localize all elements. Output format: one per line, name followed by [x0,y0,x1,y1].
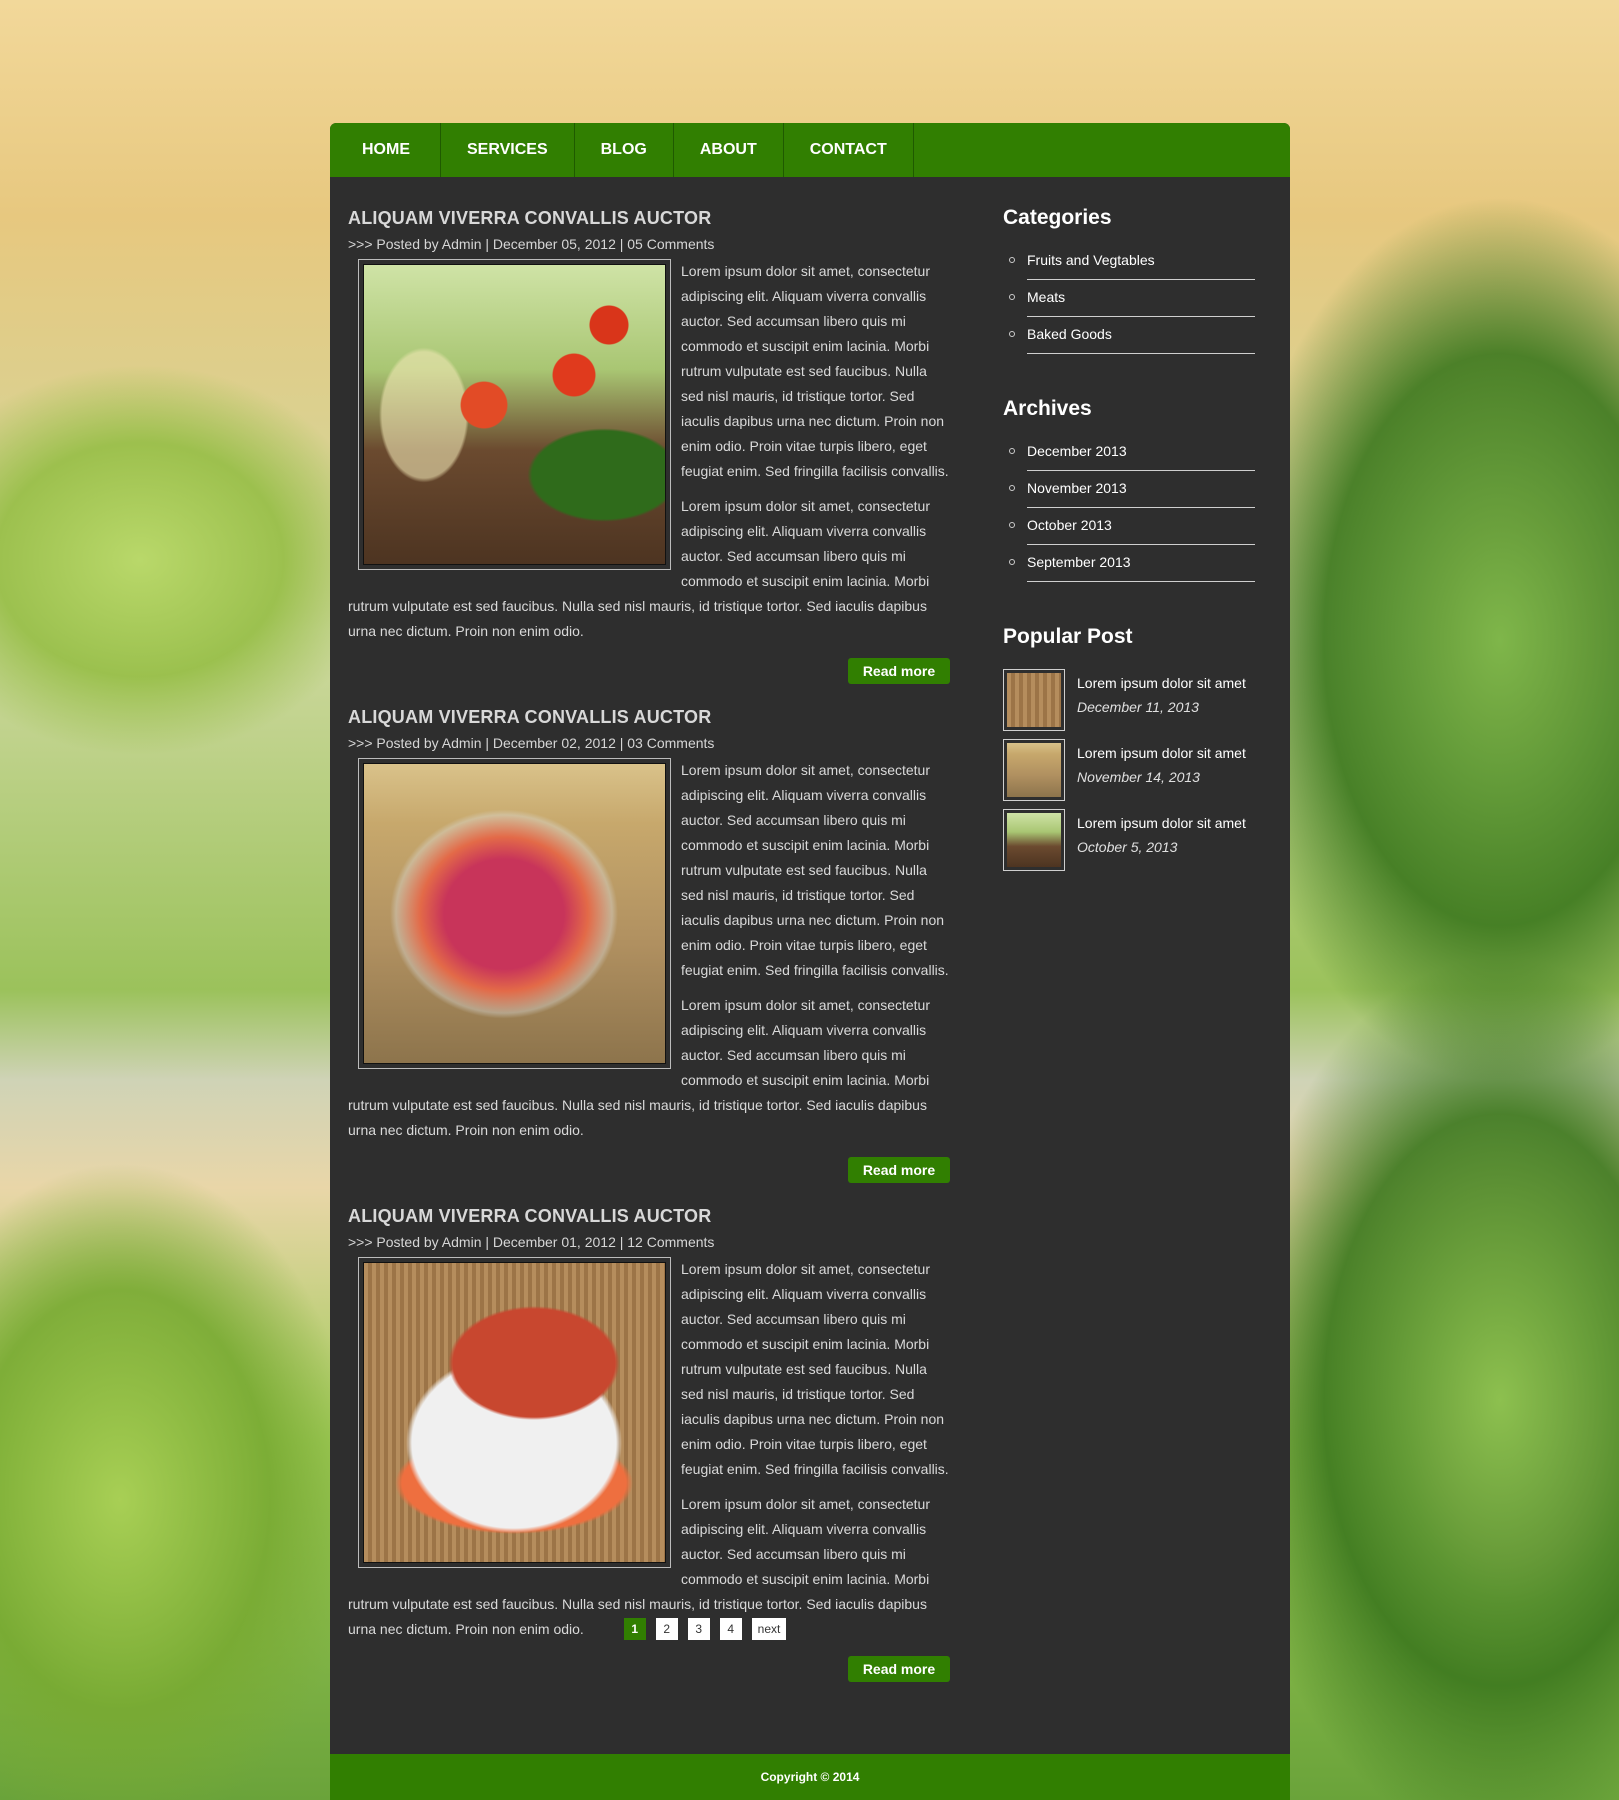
post-body: Lorem ipsum dolor sit amet, consectetur … [348,259,950,654]
blog-post: ALIQUAM VIVERRA CONVALLIS AUCTOR >>> Pos… [348,706,950,1183]
archives-heading: Archives [1003,397,1092,420]
nav-home[interactable]: HOME [330,123,441,177]
footer-copyright: Copyright © 2014 [330,1754,1290,1800]
page-3-button[interactable]: 3 [687,1618,710,1640]
page-2-button[interactable]: 2 [655,1618,678,1640]
archive-link[interactable]: October 2013 [1027,517,1255,545]
nav-contact[interactable]: CONTACT [784,123,914,177]
archive-item: November 2013 [1003,480,1263,517]
page-container: HOME SERVICES BLOG ABOUT CONTACT ALIQUAM… [330,123,1290,1800]
popular-heading: Popular Post [1003,625,1133,648]
archive-item: October 2013 [1003,517,1263,554]
category-item: Meats [1003,289,1263,326]
posts-column: ALIQUAM VIVERRA CONVALLIS AUCTOR >>> Pos… [348,177,950,1682]
bullet-icon [1009,294,1015,300]
post-meta: >>> Posted by Admin | December 01, 2012 … [348,1234,715,1250]
post-body: Lorem ipsum dolor sit amet, consectetur … [348,758,950,1153]
popular-post-title[interactable]: Lorem ipsum dolor sit amet [1077,815,1246,831]
category-link[interactable]: Fruits and Vegtables [1027,252,1255,280]
popular-post-date: October 5, 2013 [1077,839,1178,855]
read-more-button[interactable]: Read more [848,1656,950,1682]
categories-list: Fruits and Vegtables Meats Baked Goods [1003,252,1263,363]
nav-blog[interactable]: BLOG [575,123,674,177]
bullet-icon [1009,559,1015,565]
popular-post-title[interactable]: Lorem ipsum dolor sit amet [1077,745,1246,761]
post-meta: >>> Posted by Admin | December 02, 2012 … [348,735,715,751]
next-page-button[interactable]: next [751,1618,787,1640]
salad-photo [363,763,666,1064]
archive-link[interactable]: November 2013 [1027,480,1255,508]
popular-thumb[interactable] [1003,739,1065,801]
popular-thumb[interactable] [1003,809,1065,871]
post-image[interactable] [358,259,671,570]
popular-post: Lorem ipsum dolor sit amet November 14, … [1003,739,1263,809]
post-title[interactable]: ALIQUAM VIVERRA CONVALLIS AUCTOR [348,207,950,229]
bullet-icon [1009,485,1015,491]
page-4-button[interactable]: 4 [719,1618,742,1640]
popular-post-title[interactable]: Lorem ipsum dolor sit amet [1077,675,1246,691]
post-meta: >>> Posted by Admin | December 05, 2012 … [348,236,715,252]
nav-about[interactable]: ABOUT [674,123,784,177]
post-title[interactable]: ALIQUAM VIVERRA CONVALLIS AUCTOR [348,706,950,728]
post-image[interactable] [358,1257,671,1568]
popular-post: Lorem ipsum dolor sit amet October 5, 20… [1003,809,1263,879]
read-more-button[interactable]: Read more [848,1157,950,1183]
blog-post: ALIQUAM VIVERRA CONVALLIS AUCTOR >>> Pos… [348,1205,950,1682]
main-nav: HOME SERVICES BLOG ABOUT CONTACT [330,123,1290,177]
bullet-icon [1009,331,1015,337]
post-body: Lorem ipsum dolor sit amet, consectetur … [348,1257,950,1652]
category-item: Fruits and Vegtables [1003,252,1263,289]
page-1-button[interactable]: 1 [623,1618,646,1640]
category-item: Baked Goods [1003,326,1263,363]
kebab-photo [363,264,666,565]
crab-photo [363,1262,666,1563]
pagination: 1 2 3 4 next [330,1618,1290,1640]
bullet-icon [1009,448,1015,454]
sidebar: Categories Fruits and Vegtables Meats Ba… [1003,177,1263,879]
post-title[interactable]: ALIQUAM VIVERRA CONVALLIS AUCTOR [348,1205,950,1227]
blog-post: ALIQUAM VIVERRA CONVALLIS AUCTOR >>> Pos… [348,207,950,684]
popular-post-date: December 11, 2013 [1077,699,1199,715]
category-link[interactable]: Meats [1027,289,1255,317]
archive-item: September 2013 [1003,554,1263,591]
archive-link[interactable]: December 2013 [1027,443,1255,471]
categories-heading: Categories [1003,206,1112,229]
archive-link[interactable]: September 2013 [1027,554,1255,582]
bullet-icon [1009,257,1015,263]
thumb-photo [1007,743,1061,797]
popular-thumb[interactable] [1003,669,1065,731]
bullet-icon [1009,522,1015,528]
category-link[interactable]: Baked Goods [1027,326,1255,354]
popular-post: Lorem ipsum dolor sit amet December 11, … [1003,669,1263,739]
popular-post-date: November 14, 2013 [1077,769,1200,785]
post-image[interactable] [358,758,671,1069]
popular-posts: Lorem ipsum dolor sit amet December 11, … [1003,669,1263,879]
archive-item: December 2013 [1003,443,1263,480]
nav-services[interactable]: SERVICES [441,123,575,177]
read-more-button[interactable]: Read more [848,658,950,684]
archives-list: December 2013 November 2013 October 2013… [1003,443,1263,591]
thumb-photo [1007,813,1061,867]
thumb-photo [1007,673,1061,727]
